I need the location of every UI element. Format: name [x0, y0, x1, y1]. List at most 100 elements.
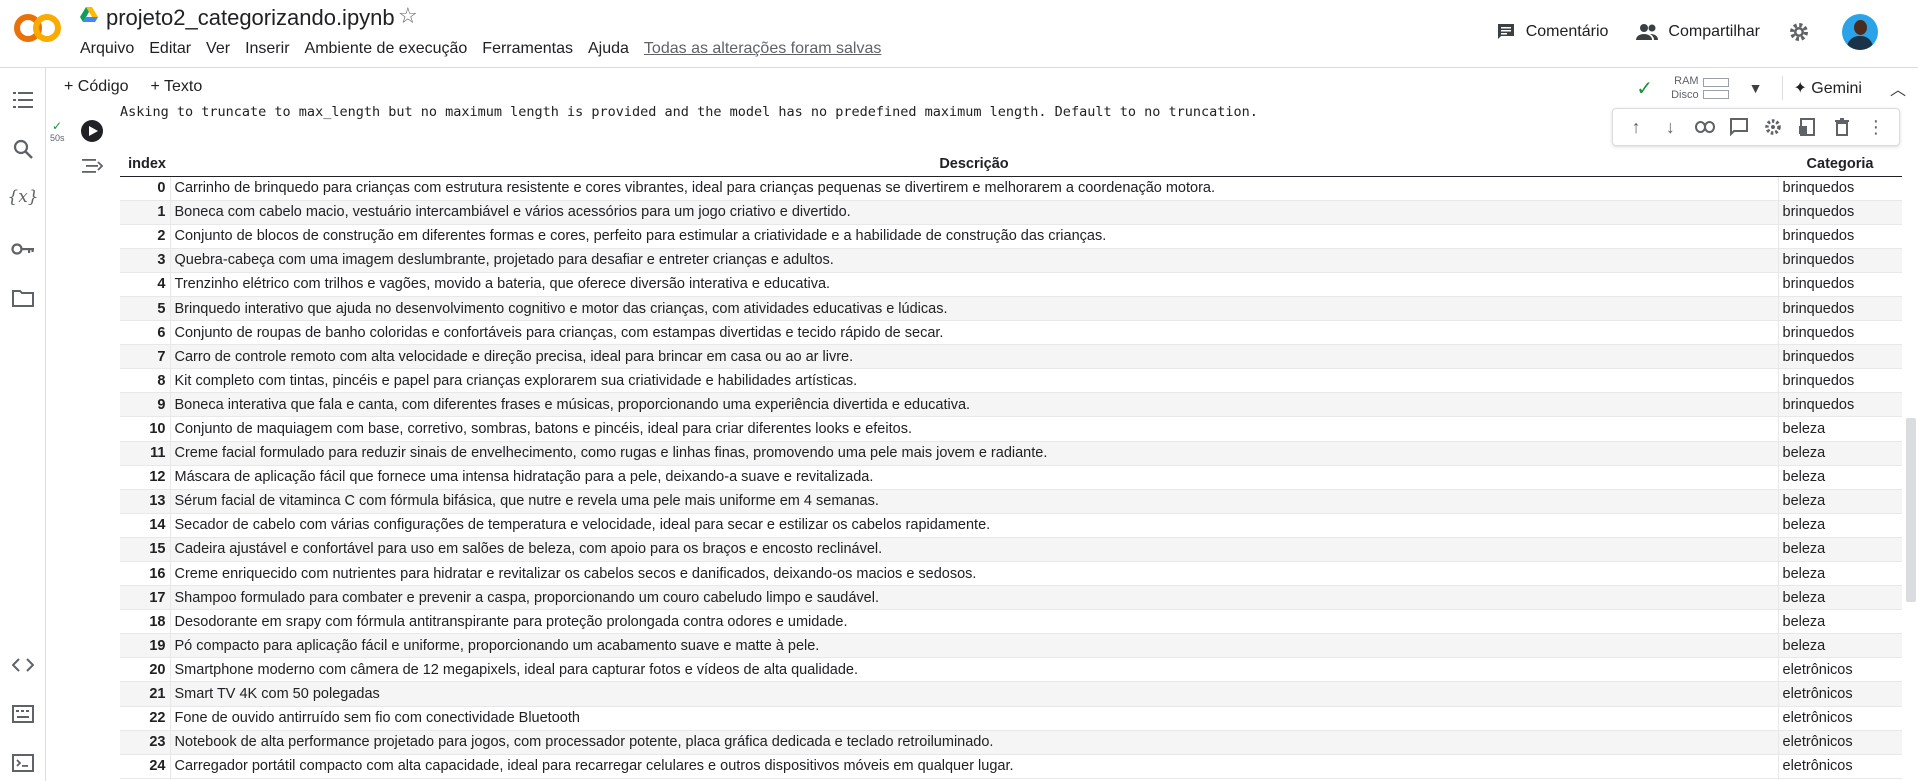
row-index: 5 [120, 296, 171, 322]
row-categoria: beleza [1777, 441, 1902, 466]
collapse-chevron-icon[interactable]: ︿ [1890, 76, 1906, 100]
table-row: 24 Carregador portátil compacto com alta … [120, 754, 1902, 779]
avatar[interactable] [1842, 14, 1878, 50]
table-row: 0 Carrinho de brinquedo para crianças com… [120, 176, 1902, 201]
move-down-icon[interactable]: ↓ [1658, 115, 1682, 139]
star-icon[interactable]: ☆ [398, 3, 418, 29]
more-options-icon[interactable]: ⋮ [1864, 115, 1888, 139]
table-row: 14 Secador de cabelo com várias configura… [120, 513, 1902, 538]
table-row: 19 Pó compacto para aplicação fácil e uni… [120, 633, 1902, 659]
left-sidebar: {x} [0, 68, 46, 781]
row-index: 23 [120, 730, 171, 755]
notebook-title[interactable]: projeto2_categorizando.ipynb [106, 5, 395, 31]
run-cell-button[interactable] [81, 120, 103, 142]
header-index: index [120, 152, 170, 177]
table-row: 5 Brinquedo interativo que ajuda no desen… [120, 296, 1902, 322]
code-snippets-icon[interactable] [11, 653, 35, 677]
add-text-button[interactable]: + Texto [151, 78, 203, 96]
row-descricao: Brinquedo interativo que ajuda no desenv… [170, 296, 1778, 322]
row-descricao: Conjunto de maquiagem com base, corretiv… [170, 416, 1778, 442]
key-icon[interactable] [11, 237, 35, 261]
command-palette-icon[interactable] [11, 702, 35, 726]
menu-ajuda[interactable]: Ajuda [588, 40, 629, 58]
menu-inserir[interactable]: Inserir [245, 40, 289, 58]
save-status[interactable]: Todas as alterações foram salvas [644, 40, 881, 58]
menu-bar: Arquivo Editar Ver Inserir Ambiente de e… [80, 40, 896, 58]
row-descricao: Quebra-cabeça com uma imagem deslumbrant… [170, 248, 1778, 273]
share-label: Compartilhar [1668, 23, 1760, 40]
search-icon[interactable] [11, 137, 35, 161]
row-categoria: beleza [1777, 489, 1902, 514]
row-categoria: beleza [1777, 513, 1902, 538]
folder-icon[interactable] [11, 286, 35, 310]
ram-label: RAM [1674, 75, 1699, 87]
row-descricao: Cadeira ajustável e confortável para uso… [170, 537, 1778, 563]
row-descricao: Creme facial formulado para reduzir sina… [170, 441, 1778, 466]
menu-ferramentas[interactable]: Ferramentas [482, 40, 573, 58]
delete-icon[interactable] [1830, 115, 1854, 139]
settings-button[interactable] [1788, 21, 1820, 43]
move-up-icon[interactable]: ↑ [1624, 115, 1648, 139]
comment-icon [1497, 24, 1514, 39]
row-index: 2 [120, 224, 171, 249]
exec-time: 50s [50, 133, 65, 143]
comment-button[interactable]: Comentário [1496, 22, 1608, 42]
output-actions-icon[interactable] [80, 156, 104, 176]
row-index: 15 [120, 537, 171, 563]
row-categoria: beleza [1777, 585, 1902, 611]
drive-icon[interactable] [80, 7, 98, 23]
row-categoria: beleza [1777, 537, 1902, 563]
variables-icon[interactable]: {x} [7, 185, 38, 209]
connected-check-icon[interactable]: ✓ [1636, 76, 1653, 101]
menu-ambiente[interactable]: Ambiente de execução [305, 40, 468, 58]
table-row: 21 Smart TV 4K com 50 polegadas eletrônico… [120, 681, 1902, 707]
menu-ver[interactable]: Ver [206, 40, 230, 58]
header-descricao: Descrição [170, 152, 1778, 177]
runtime-dropdown-icon[interactable]: ▼ [1749, 80, 1763, 96]
menu-arquivo[interactable]: Arquivo [80, 40, 134, 58]
scrollbar[interactable] [1906, 418, 1916, 602]
mirror-cell-icon[interactable] [1795, 115, 1819, 139]
row-categoria: brinquedos [1777, 224, 1902, 249]
add-code-button[interactable]: + Código [64, 78, 129, 96]
row-descricao: Kit completo com tintas, pincéis e papel… [170, 368, 1778, 394]
row-categoria: beleza [1777, 465, 1902, 490]
row-index: 4 [120, 272, 171, 297]
notebook-toolbar: + Código + Texto ✓ RAM Disco ▼ ✦ Gemini … [46, 68, 1918, 108]
row-index: 7 [120, 344, 171, 370]
cell-settings-icon[interactable] [1761, 115, 1785, 139]
gemini-button[interactable]: ✦ Gemini [1793, 78, 1862, 98]
toc-icon[interactable] [11, 88, 35, 112]
row-categoria: brinquedos [1777, 248, 1902, 273]
row-categoria: eletrônicos [1777, 657, 1902, 683]
cell-comment-icon[interactable] [1727, 115, 1751, 139]
terminal-icon[interactable] [11, 751, 35, 775]
row-index: 22 [120, 706, 171, 731]
row-descricao: Boneca com cabelo macio, vestuário inter… [170, 200, 1778, 225]
cell-actions-toolbar: ↑ ↓ ⋮ [1612, 108, 1900, 146]
row-index: 16 [120, 561, 171, 587]
row-categoria: eletrônicos [1777, 681, 1902, 707]
table-row: 18 Desodorante em srapy com fórmula antit… [120, 609, 1902, 635]
colab-logo[interactable] [14, 12, 62, 44]
menu-editar[interactable]: Editar [149, 40, 191, 58]
row-descricao: Sérum facial de vitaminca C com fórmula … [170, 489, 1778, 514]
table-row: 8 Kit completo com tintas, pincéis e pape… [120, 368, 1902, 394]
resource-labels[interactable]: RAM Disco [1671, 74, 1699, 102]
table-body: 0 Carrinho de brinquedo para crianças com… [120, 176, 1902, 779]
header-categoria: Categoria [1778, 152, 1902, 177]
resource-bars[interactable] [1702, 75, 1729, 102]
gear-icon [1790, 23, 1808, 41]
share-button[interactable]: Compartilhar [1636, 22, 1760, 42]
table-row: 16 Creme enriquecido com nutrientes para … [120, 561, 1902, 587]
row-index: 10 [120, 416, 171, 442]
row-index: 14 [120, 513, 171, 538]
row-descricao: Pó compacto para aplicação fácil e unifo… [170, 633, 1778, 659]
link-icon[interactable] [1693, 115, 1717, 139]
table-row: 7 Carro de controle remoto com alta veloc… [120, 344, 1902, 370]
row-descricao: Carro de controle remoto com alta veloci… [170, 344, 1778, 370]
row-index: 24 [120, 754, 171, 779]
table-row: 2 Conjunto de blocos de construção em dif… [120, 224, 1902, 249]
success-check-icon: ✓ [51, 119, 63, 133]
row-descricao: Máscara de aplicação fácil que fornece u… [170, 465, 1778, 490]
